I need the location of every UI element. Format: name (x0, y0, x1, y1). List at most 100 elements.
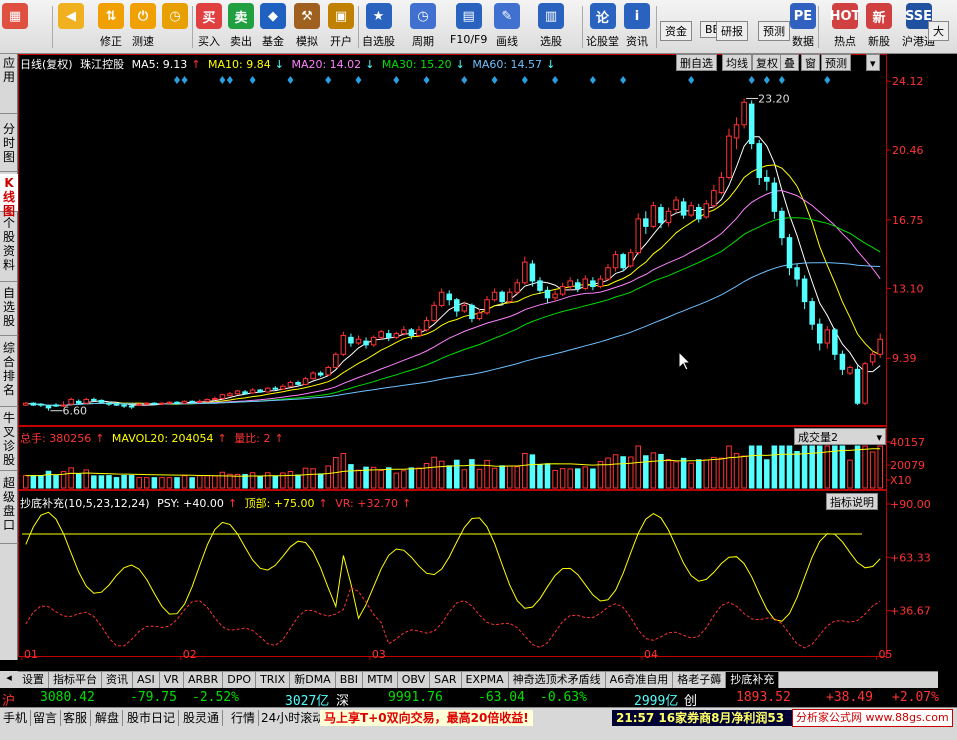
high-price-label: 23.20 (758, 92, 790, 105)
back-arrow-icon: ◀ (58, 3, 84, 29)
news-ticker[interactable]: 21:57 16家券商8月净利润53 (612, 710, 792, 726)
toolbar-button-19[interactable]: 研报 (716, 3, 748, 51)
indicator-tab-11[interactable]: OBV (398, 672, 431, 688)
candle-body (302, 378, 309, 385)
left-tab-2[interactable]: K线图 (0, 174, 18, 218)
chart-area[interactable]: 24.12 20.46 16.75 13.10 9.39 23.20 6.60 40157 20… (18, 54, 957, 660)
toolbar-button-16[interactable]: i 资讯 (624, 3, 650, 51)
candle-body (83, 398, 90, 404)
indicator-tab-3[interactable]: ASI (133, 672, 160, 688)
toolbar-button-17[interactable]: 资金 (660, 3, 692, 51)
toolbar-label: 基金 (262, 35, 284, 48)
toolbar-button-25[interactable]: 大 (928, 3, 949, 51)
indicator-help-button[interactable]: 指标说明 (826, 493, 878, 510)
chevron-down-icon[interactable]: ▾ (866, 54, 880, 71)
toolbar-button-13[interactable]: ✎ 画线 (494, 3, 520, 51)
toolbar-button-22[interactable]: HOT 热点 (830, 3, 860, 51)
status-link-4[interactable]: 股市日记 (124, 710, 180, 726)
signal-diamond-icon (589, 76, 596, 84)
x-tick-label: 02 (183, 648, 197, 660)
left-tab-5[interactable]: 综合排名 (0, 339, 18, 407)
status-link-5[interactable]: 股灵通 (180, 710, 224, 726)
chart-button-1[interactable]: 均线 (722, 54, 752, 71)
candle-body (658, 207, 664, 224)
toolbar-button-4[interactable]: ◷ (162, 3, 188, 51)
status-link-7[interactable]: 24小时滚动 (258, 710, 329, 726)
volume-indicator-menu[interactable]: 成交量2 ▾ (794, 428, 886, 445)
volume-bar (559, 468, 566, 489)
candle-body (869, 353, 876, 363)
kline-chart-svg[interactable]: 24.12 20.46 16.75 13.10 9.39 23.20 6.60 40157 20… (18, 54, 957, 660)
toolbar-button-12[interactable]: ▤ F10/F9 (450, 3, 487, 51)
volume-bar (574, 468, 581, 489)
status-link-6[interactable]: 行情 (228, 710, 260, 726)
indicator-tab-10[interactable]: MTM (363, 672, 398, 688)
status-link-1[interactable]: 留言 (30, 710, 62, 726)
candle-body (582, 278, 589, 289)
chart-button-3[interactable]: 叠 (780, 54, 799, 71)
volume-bar (756, 445, 763, 489)
left-tab-7[interactable]: 超级盘口 (0, 474, 18, 544)
volume-bar (847, 459, 853, 489)
volume-legend: 总手: 380256 ↑ MAVOL20: 204054 ↑ 量比: 2 ↑ (20, 430, 288, 446)
volume-bar (45, 470, 52, 489)
indicator-tab-9[interactable]: BBI (336, 672, 364, 688)
candle-body (454, 299, 460, 312)
left-tab-0[interactable]: 应用 (0, 54, 18, 114)
candle-body (438, 291, 445, 306)
chart-button-5[interactable]: 预测 (821, 54, 851, 71)
toolbar-button-14[interactable]: ▥ 选股 (538, 3, 564, 51)
indicator-tab-17[interactable]: 抄底补充 (726, 672, 780, 688)
indicator-tab-15[interactable]: A6奇准自用 (606, 672, 674, 688)
indicator-tab-6[interactable]: DPO (223, 672, 257, 688)
toolbar-button-20[interactable]: 预测 (758, 3, 790, 51)
volume-bar (620, 456, 626, 489)
toolbar-button-9[interactable]: ▣ 开户 (328, 3, 354, 51)
indicator-tab-13[interactable]: EXPMA (462, 672, 509, 688)
toolbar-button-8[interactable]: ⚒ 模拟 (294, 3, 320, 51)
indicator-tab-14[interactable]: 神奇选顶术矛盾线 (509, 672, 606, 688)
indicator-tab-7[interactable]: TRIX (256, 672, 291, 688)
ma30-value: MA30: 15.20 (381, 58, 452, 71)
left-tab-3[interactable]: 个股资料 (0, 214, 18, 282)
toolbar-button-2[interactable]: ⇅ 修正 (98, 3, 124, 51)
toolbar-button-15[interactable]: 论论股堂 (586, 3, 619, 51)
volume-bar (695, 459, 702, 489)
toolbar-button-6[interactable]: 卖卖出 (228, 3, 254, 51)
toolbar-button-0[interactable]: ▦ (2, 3, 28, 51)
signal-diamond-icon (521, 76, 528, 84)
status-link-3[interactable]: 解盘 (92, 710, 124, 726)
status-link-2[interactable]: 客服 (60, 710, 92, 726)
indicator-tab-2[interactable]: 资讯 (102, 672, 133, 688)
chart-button-2[interactable]: 复权 (752, 54, 782, 71)
indicator-tab-1[interactable]: 指标平台 (49, 672, 102, 688)
scroll-left-button[interactable]: ◂ (0, 671, 18, 688)
chart-button-0[interactable]: 删自选 (676, 54, 717, 71)
indicator-tab-4[interactable]: VR (160, 672, 184, 688)
toolbar-label: 资金 (660, 21, 692, 41)
indicator-tab-16[interactable]: 格老子薅 (673, 672, 727, 688)
toolbar-button-1[interactable]: ◀ (58, 3, 84, 51)
toolbar-button-3[interactable]: ⏻ 测速 (130, 3, 156, 51)
promo-ticker[interactable]: 马上享T+0双向交易，最高20倍收益! (320, 710, 533, 726)
left-tab-1[interactable]: 分时图 (0, 120, 18, 172)
left-tab-4[interactable]: 自选股 (0, 284, 18, 336)
indicator-tab-5[interactable]: ARBR (184, 672, 224, 688)
volume-bar (408, 467, 415, 489)
toolbar-separator (52, 6, 53, 48)
price-tick-label: 13.10 (892, 282, 924, 295)
toolbar-button-7[interactable]: ◆ 基金 (260, 3, 286, 51)
status-link-0[interactable]: 手机 (0, 710, 32, 726)
indicator-tab-8[interactable]: 新DMA (290, 672, 336, 688)
indicator-tab-12[interactable]: SAR (430, 672, 462, 688)
chart-button-4[interactable]: 窗 (801, 54, 820, 71)
toolbar-button-5[interactable]: 买买入 (196, 3, 222, 51)
toolbar-button-11[interactable]: ◷ 周期 (410, 3, 436, 51)
toolbar-button-21[interactable]: PE 数据 (790, 3, 816, 51)
toolbar-button-23[interactable]: 新新股 (866, 3, 892, 51)
toolbar-button-10[interactable]: ★ 自选股 (362, 3, 395, 51)
left-tab-6[interactable]: 牛叉诊股 (0, 409, 18, 471)
down-arrow-icon: ↓ (455, 58, 465, 71)
volume-bar (174, 477, 180, 489)
indicator-tab-0[interactable]: 设置 (18, 672, 49, 688)
